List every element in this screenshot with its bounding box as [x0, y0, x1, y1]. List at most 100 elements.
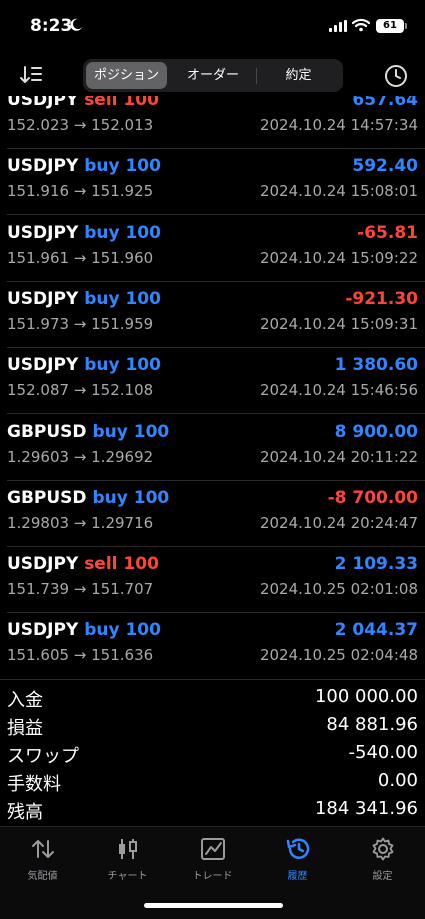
- trade-volume: 100: [133, 421, 170, 442]
- symbol-name: USDJPY: [7, 156, 79, 177]
- trade-volume: 100: [125, 222, 161, 243]
- trade-prices: 151.973 → 151.959: [7, 314, 154, 333]
- trade-row[interactable]: USDJPY buy 100 1 380.60 152.087 → 152.108 2…: [0, 355, 425, 421]
- summary-row: 入金 100 000.00: [0, 682, 425, 711]
- trade-symbol: USDJPY buy 100: [7, 156, 161, 176]
- row-divider: [7, 479, 425, 481]
- status-bar: 8:23 61: [0, 0, 425, 56]
- trade-volume: 100: [125, 288, 161, 309]
- trade-date: 2024.10.24 15:09:31: [259, 314, 418, 333]
- trade-prices: 151.961 → 151.960: [7, 248, 154, 267]
- summary-value: 100 000.00: [314, 686, 418, 707]
- summary-value: 184 341.96: [314, 798, 418, 819]
- symbol-name: USDJPY: [7, 222, 79, 243]
- summary-value: 84 881.96: [326, 714, 418, 735]
- tab-quotes[interactable]: 気配値: [0, 835, 85, 889]
- history-icon: [286, 838, 309, 859]
- segmented-control: ポジション オーダー 約定: [83, 59, 343, 92]
- account-summary: 入金 100 000.00 損益 84 881.96 スワップ -540.00 手数料 0.0…: [0, 679, 425, 825]
- trade-side: buy: [84, 620, 120, 641]
- tab-trade[interactable]: トレード: [170, 835, 255, 889]
- row-divider: [7, 214, 425, 216]
- summary-row: スワップ -540.00: [0, 738, 425, 767]
- summary-row: 損益 84 881.96: [0, 710, 425, 739]
- trade-volume: 100: [125, 620, 161, 641]
- trade-row[interactable]: USDJPY buy 100 -65.81 151.961 → 151.960 202…: [0, 223, 425, 289]
- row-divider: [7, 280, 425, 282]
- tab-history[interactable]: 履歴: [255, 835, 340, 889]
- trade-volume: 100: [123, 96, 159, 110]
- trade-row[interactable]: GBPUSD buy 100 8 900.00 1.29603 → 1.29692 2…: [0, 422, 425, 488]
- tab-label: チャート: [107, 871, 148, 882]
- trade-profit: 2 044.37: [334, 620, 418, 641]
- trade-row[interactable]: GBPUSD buy 100 -8 700.00 1.29803 → 1.29716…: [0, 488, 425, 554]
- trade-profit: -65.81: [357, 222, 418, 243]
- trade-prices: 152.087 → 152.108: [7, 381, 154, 400]
- trade-side: buy: [92, 421, 128, 442]
- trade-profit: 657.64: [352, 96, 418, 110]
- symbol-name: USDJPY: [7, 96, 79, 110]
- tab-label: 気配値: [27, 871, 58, 882]
- symbol-name: USDJPY: [7, 288, 79, 309]
- trade-side: buy: [84, 355, 120, 376]
- summary-label: 入金: [7, 690, 43, 711]
- moon-icon: [70, 18, 82, 31]
- trade-profit: 1 380.60: [334, 355, 418, 376]
- nav-bar: ポジション オーダー 約定: [0, 56, 425, 96]
- trade-symbol: USDJPY sell 100: [7, 554, 159, 574]
- tab-settings[interactable]: 設定: [340, 835, 425, 889]
- trade-volume: 100: [133, 487, 170, 508]
- trade-date: 2024.10.24 15:08:01: [259, 182, 418, 201]
- trade-volume: 100: [125, 156, 161, 177]
- tab-deals[interactable]: 約定: [257, 62, 340, 89]
- clock-icon[interactable]: [384, 64, 408, 88]
- trade-side: sell: [84, 96, 118, 110]
- trade-date: 2024.10.24 14:57:34: [259, 116, 418, 134]
- summary-label: スワップ: [7, 746, 79, 767]
- chart-icon: [118, 839, 137, 859]
- symbol-name: GBPUSD: [7, 421, 87, 442]
- trade-volume: 100: [125, 355, 161, 376]
- tab-orders[interactable]: オーダー: [171, 62, 255, 89]
- trade-date: 2024.10.24 20:11:22: [259, 447, 418, 466]
- tab-label: 履歴: [287, 871, 308, 882]
- summary-label: 手数料: [7, 774, 61, 795]
- trade-volume: 100: [123, 554, 159, 575]
- symbol-name: USDJPY: [7, 355, 79, 376]
- trade-prices: 151.739 → 151.707: [7, 580, 154, 599]
- trade-icon: [200, 838, 225, 860]
- summary-label: 残高: [7, 802, 43, 823]
- row-divider: [7, 346, 425, 348]
- trade-prices: 152.023 → 152.013: [7, 116, 154, 134]
- trade-date: 2024.10.25 02:01:08: [259, 580, 418, 599]
- trade-row[interactable]: USDJPY buy 100 592.40 151.916 → 151.925 202…: [0, 156, 425, 222]
- trade-profit: -921.30: [345, 288, 418, 309]
- summary-label: 損益: [7, 718, 43, 739]
- trade-side: buy: [84, 156, 120, 177]
- history-list[interactable]: USDJPY sell 100 657.64 152.023 → 152.013 20…: [0, 96, 425, 678]
- trade-row[interactable]: USDJPY buy 100 -921.30 151.973 → 151.959 20…: [0, 289, 425, 355]
- trade-date: 2024.10.24 15:46:56: [259, 381, 418, 400]
- row-divider: [7, 545, 425, 547]
- trade-side: buy: [84, 288, 120, 309]
- trade-prices: 151.916 → 151.925: [7, 182, 154, 201]
- trade-date: 2024.10.24 15:09:22: [259, 248, 418, 267]
- home-indicator: [144, 903, 283, 908]
- trade-prices: 151.605 → 151.636: [7, 646, 154, 665]
- status-time: 8:23: [30, 16, 73, 36]
- trade-row[interactable]: USDJPY buy 100 2 044.37 151.605 → 151.636 2…: [0, 620, 425, 678]
- trade-profit: 592.40: [352, 156, 418, 177]
- trade-date: 2024.10.25 02:04:48: [259, 646, 418, 665]
- summary-value: 0.00: [377, 770, 418, 791]
- signal-icon: [329, 20, 347, 32]
- sort-icon[interactable]: [19, 64, 43, 86]
- battery-icon: 61: [376, 19, 407, 33]
- tab-chart[interactable]: チャート: [85, 835, 170, 889]
- trade-side: sell: [84, 554, 118, 575]
- trade-symbol: USDJPY buy 100: [7, 223, 161, 243]
- trade-row[interactable]: USDJPY sell 100 657.64 152.023 → 152.013 20…: [0, 96, 425, 156]
- symbol-name: USDJPY: [7, 620, 79, 641]
- tab-label: 設定: [372, 871, 393, 882]
- trade-row[interactable]: USDJPY sell 100 2 109.33 151.739 → 151.707…: [0, 554, 425, 620]
- tab-positions[interactable]: ポジション: [86, 62, 167, 89]
